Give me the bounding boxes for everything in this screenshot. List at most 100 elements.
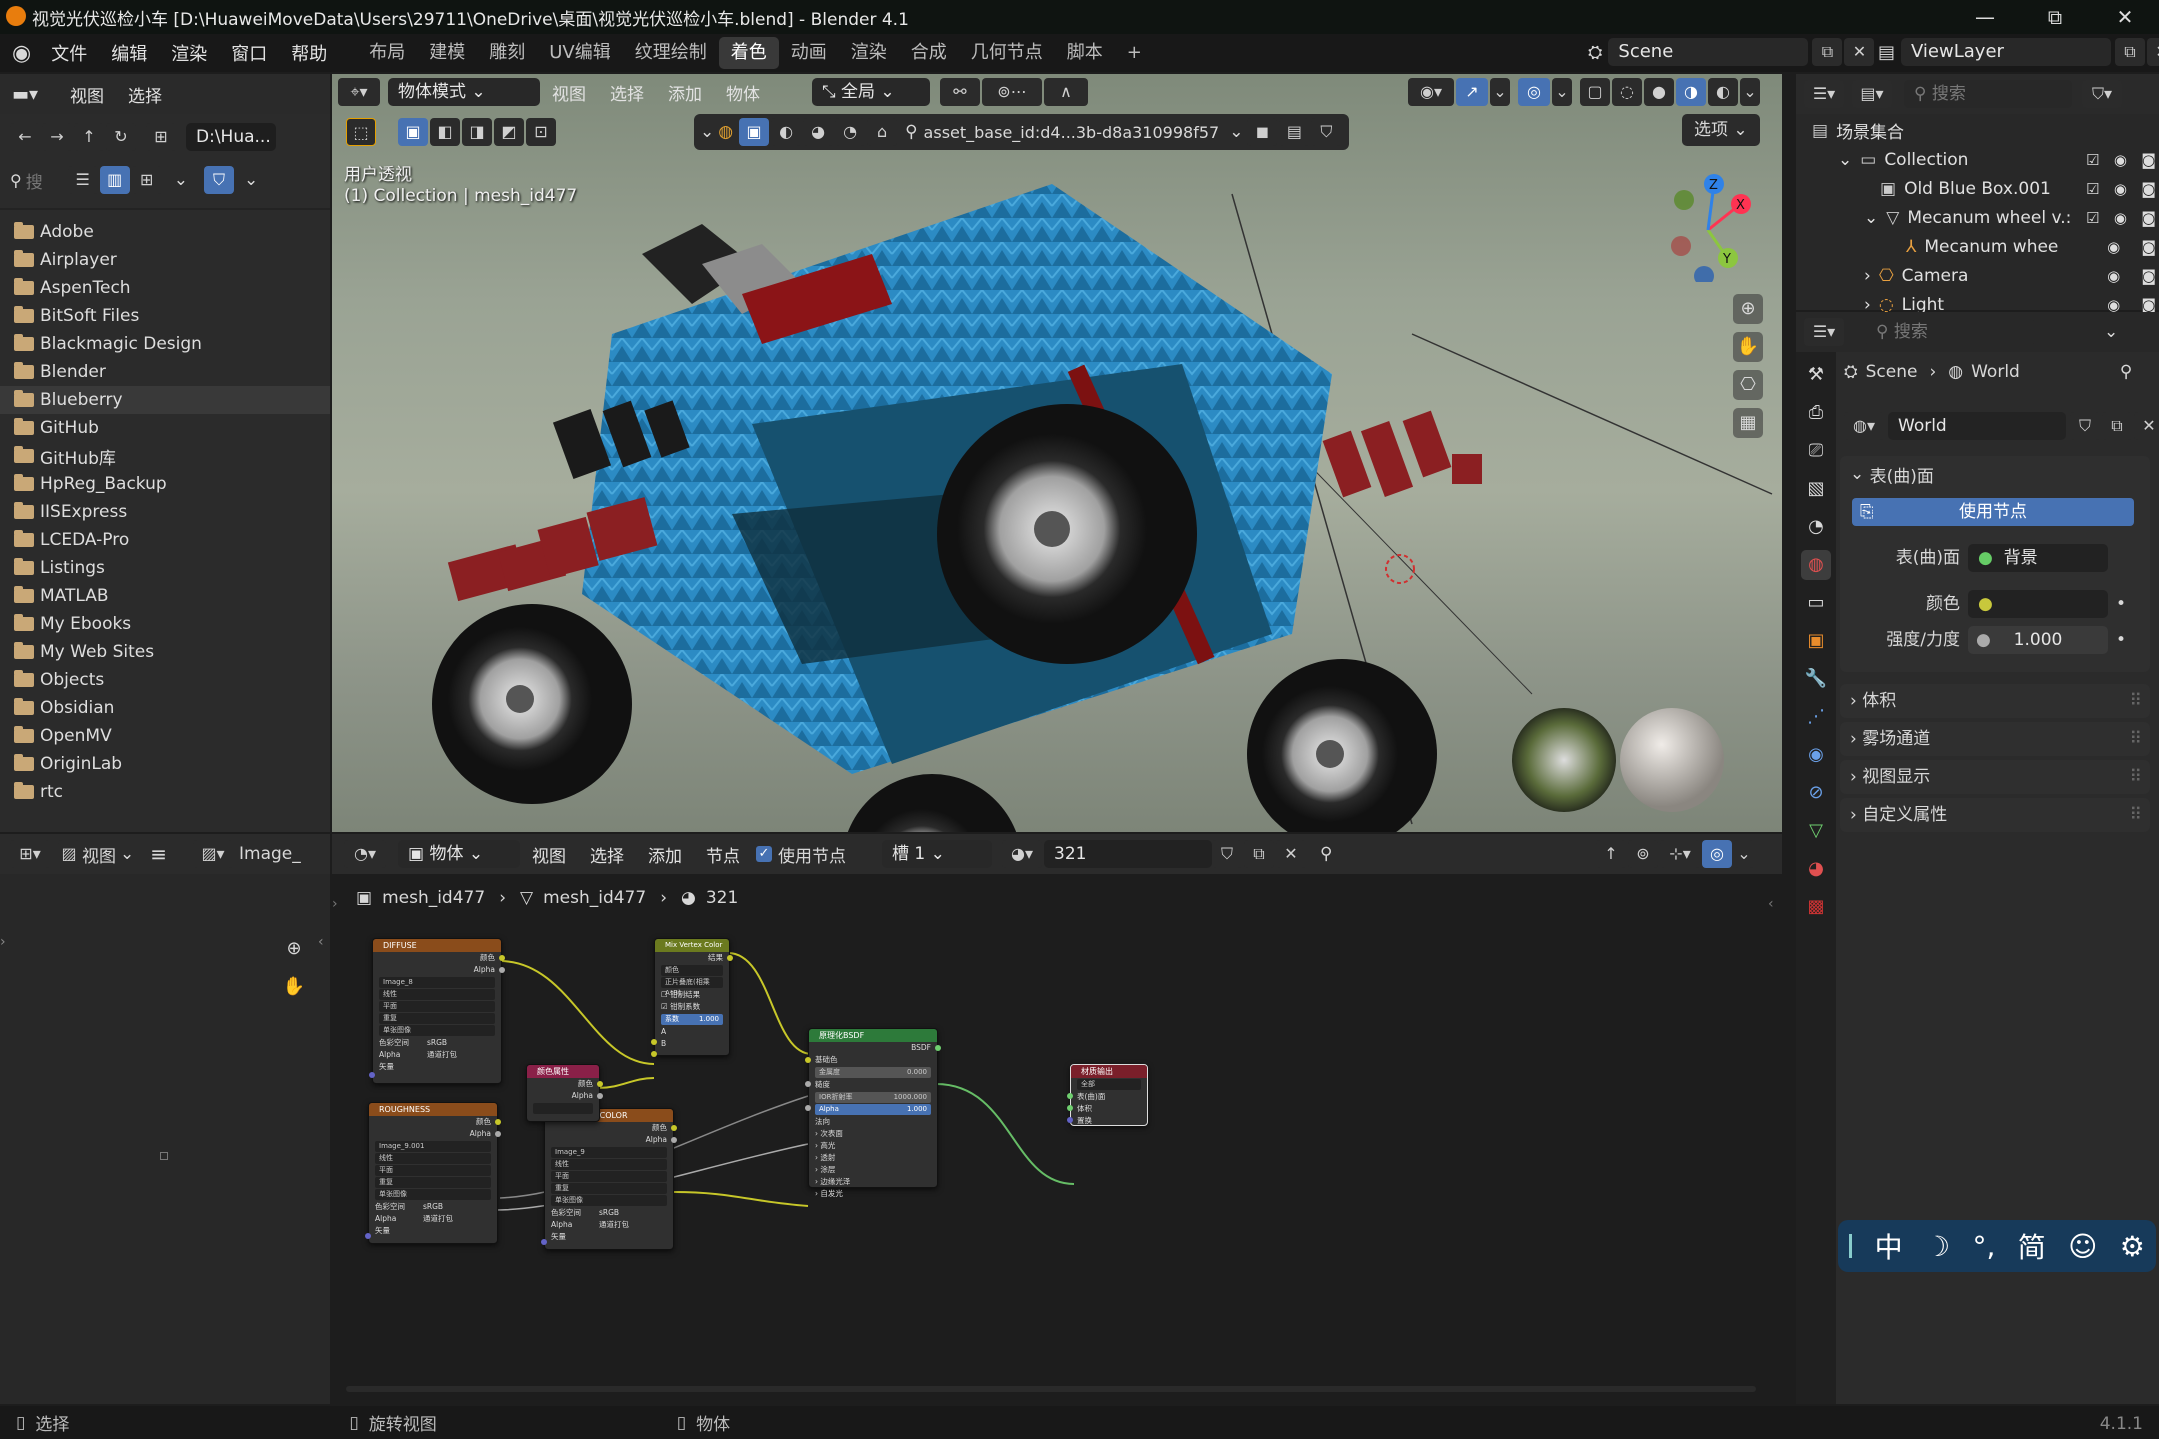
viewport-3d[interactable]: ⌖▾ 物体模式 ⌄ 视图 选择 添加 物体 ⤡ 全局 ⌄ ⚯ ⊚⋯ ∧ ◉▾ ↗… — [332, 74, 1782, 832]
delete-viewlayer-icon[interactable]: ✕ — [2147, 38, 2159, 66]
navigation-gizmo[interactable]: X Y Z — [1648, 172, 1778, 282]
ime-settings-icon[interactable]: ⚙ — [2120, 1230, 2145, 1263]
drag-handle-icon[interactable]: ⠿ — [2130, 722, 2142, 756]
node-colorspace-row[interactable]: 色彩空间 sRGB — [373, 1037, 501, 1049]
bsdf-ior-slider[interactable]: IOR折射率 1000.000 — [815, 1092, 931, 1103]
node-projection-select[interactable]: 平面 — [375, 1165, 491, 1176]
socket-surface-in[interactable] — [1067, 1093, 1073, 1099]
forward-icon[interactable]: → — [42, 123, 72, 151]
socket-roughness-in[interactable] — [805, 1081, 811, 1087]
unlink-icon[interactable]: ✕ — [2134, 412, 2159, 440]
collapsed-panel[interactable]: › 体积 ⠿ — [1840, 684, 2150, 718]
node-roughness[interactable]: ROUGHNESS 颜色 Alpha Image_9.001 线性 平面 重复 … — [365, 1102, 501, 1244]
socket-alpha-out[interactable] — [495, 1131, 501, 1137]
editor-type-icon[interactable]: ☰▾ — [1804, 318, 1844, 346]
mode-select[interactable]: 物体模式 ⌄ — [388, 78, 540, 106]
node-color-attribute[interactable]: 颜色属性 颜色 Alpha — [526, 1064, 603, 1122]
folder-item[interactable]: rtc — [0, 778, 330, 806]
menu-window[interactable]: 窗口 — [219, 40, 279, 66]
node-colorspace-row[interactable]: 色彩空间 sRGB — [545, 1207, 673, 1219]
keyframe-dot-icon[interactable]: • — [2116, 626, 2126, 654]
socket-a-in[interactable] — [651, 1039, 657, 1045]
world-icon[interactable]: ◕ — [803, 118, 834, 146]
folder-item[interactable]: HpReg_Backup — [0, 470, 330, 498]
outliner-item[interactable]: ⌄ ▭ Collection ☑ ◉ ◙ — [1796, 145, 2159, 174]
node-image-field[interactable]: Image_9 — [551, 1147, 667, 1158]
node-alpha-row[interactable]: Alpha 通道打包 — [369, 1213, 497, 1225]
constraints-tab-icon[interactable]: ⊘ — [1801, 778, 1831, 808]
vp-menu-view[interactable]: 视图 — [540, 80, 598, 105]
vp-menu-add[interactable]: 添加 — [656, 80, 714, 105]
tab-rendering[interactable]: 渲染 — [839, 37, 899, 69]
render-tab-icon[interactable]: ⎙ — [1801, 398, 1831, 428]
collection-tab-icon[interactable]: ▭ — [1801, 588, 1831, 618]
refresh-icon[interactable]: ↻ — [106, 123, 136, 151]
select-intersect-icon[interactable]: ⊡ — [526, 118, 556, 146]
pan-hand-icon[interactable]: ✋ — [279, 972, 309, 1002]
xray-icon[interactable]: ▢ — [1580, 78, 1610, 106]
asset-id-field[interactable]: asset_base_id:d4...3b-d8a310998f57 — [924, 123, 1220, 142]
bookmark-icon[interactable]: ◼ — [1247, 118, 1278, 146]
options-button[interactable]: 选项 ⌄ — [1682, 114, 1760, 146]
scene-field[interactable]: Scene — [1608, 38, 1809, 66]
socket-vector-in[interactable] — [369, 1072, 375, 1078]
gizmo-icon[interactable]: ↗ — [1456, 78, 1488, 106]
add-workspace-button[interactable]: + — [1115, 37, 1154, 69]
ime-punctuation[interactable]: °, — [1972, 1230, 1995, 1263]
display-mode-icon[interactable]: ▤▾ — [1852, 80, 1892, 108]
surface-panel-header[interactable]: ⌄ 表(曲)面 — [1840, 456, 2150, 492]
node-principled-bsdf[interactable]: 原理化BSDF BSDF 基础色 金属度 0.000 糙度 IOR折射率 1000.… — [805, 1028, 941, 1198]
material-icon[interactable]: ◐ — [771, 118, 802, 146]
shading-dropdown-icon[interactable]: ⌄ — [1740, 78, 1760, 106]
exclude-checkbox[interactable]: ☑ — [2086, 151, 2099, 169]
node-factor-slider[interactable]: 系数 1.000 — [661, 1014, 723, 1025]
duplicate-icon[interactable]: ⧉ — [2102, 412, 2132, 440]
node-extension-select[interactable]: 重复 — [551, 1183, 667, 1194]
node-clamp-factor-checkbox[interactable]: ☑ 钳制系数 — [655, 1001, 729, 1013]
socket-alpha-out[interactable] — [597, 1093, 603, 1099]
tab-shading[interactable]: 着色 — [718, 37, 779, 69]
toolbar-collapse-icon[interactable]: ‹ — [318, 934, 324, 950]
folder-item[interactable]: OriginLab — [0, 750, 330, 778]
fb-menu-select[interactable]: 选择 — [116, 82, 174, 107]
folder-item[interactable]: Adobe — [0, 218, 330, 246]
eye-icon[interactable]: ◉ — [2107, 238, 2120, 256]
vp-menu-object[interactable]: 物体 — [714, 80, 772, 105]
world-name-field[interactable]: World — [1888, 412, 2066, 440]
node-extension-select[interactable]: 重复 — [375, 1177, 491, 1188]
socket-volume-in[interactable] — [1067, 1105, 1073, 1111]
folder-item[interactable]: GitHub库 — [0, 442, 330, 470]
fake-user-icon[interactable]: ⛉ — [2070, 412, 2100, 440]
camera-render-icon[interactable]: ◙ — [2141, 238, 2156, 256]
eye-icon[interactable]: ◉ — [2114, 151, 2127, 169]
ime-emoji[interactable]: ☺ — [2068, 1230, 2097, 1263]
overlay-dropdown-icon[interactable]: ⌄ — [1552, 78, 1572, 106]
scene-tab-icon[interactable]: ◔ — [1801, 512, 1831, 542]
world-tab-icon[interactable]: ◍ — [1801, 550, 1831, 580]
parent-dir-icon[interactable]: ↑ — [74, 123, 104, 151]
editor-type-icon[interactable]: ⌖▾ — [338, 78, 380, 106]
back-icon[interactable]: ← — [10, 123, 40, 151]
camera-render-icon[interactable]: ◙ — [2141, 180, 2156, 198]
node-interp-select[interactable]: 线性 — [375, 1153, 491, 1164]
node-data-type-select[interactable]: 颜色 — [661, 965, 723, 976]
node-source-select[interactable]: 单张图像 — [375, 1189, 491, 1200]
folder-item[interactable]: IISExpress — [0, 498, 330, 526]
blender-menu-icon[interactable]: ◉ — [12, 41, 31, 66]
bsdf-emission-panel[interactable]: › 自发光 — [809, 1188, 937, 1200]
socket-alpha-out[interactable] — [499, 967, 505, 973]
ie-menu-view[interactable]: 视图 — [82, 842, 116, 867]
outliner-item[interactable]: ⌄ ▽ Mecanum wheel v.: ☑ ◉ ◙ — [1796, 203, 2159, 232]
pivot-icon[interactable]: ⚯ — [940, 78, 980, 106]
horizontal-scrollbar[interactable] — [346, 1386, 1756, 1392]
texture-icon[interactable]: ⌂ — [867, 118, 898, 146]
filter-icon[interactable]: ⛉ — [1311, 118, 1342, 146]
display-mode-icon[interactable]: ▤ — [1279, 118, 1310, 146]
bsdf-coat-panel[interactable]: › 涂层 — [809, 1164, 937, 1176]
outliner-item[interactable]: › ⎔ Camera ◉ ◙ — [1796, 261, 2159, 290]
ime-handle[interactable] — [1849, 1234, 1853, 1258]
maximize-button[interactable]: ⧉ — [2020, 0, 2090, 34]
node-blend-mode-select[interactable]: 正片叠底(相乘 A*B) — [661, 977, 723, 997]
color-field[interactable]: ● — [1968, 590, 2108, 618]
node-mix-vertex-color[interactable]: Mix Vertex Color 结果 颜色 正片叠底(相乘 A*B) ☐ 钳制… — [651, 938, 733, 1057]
